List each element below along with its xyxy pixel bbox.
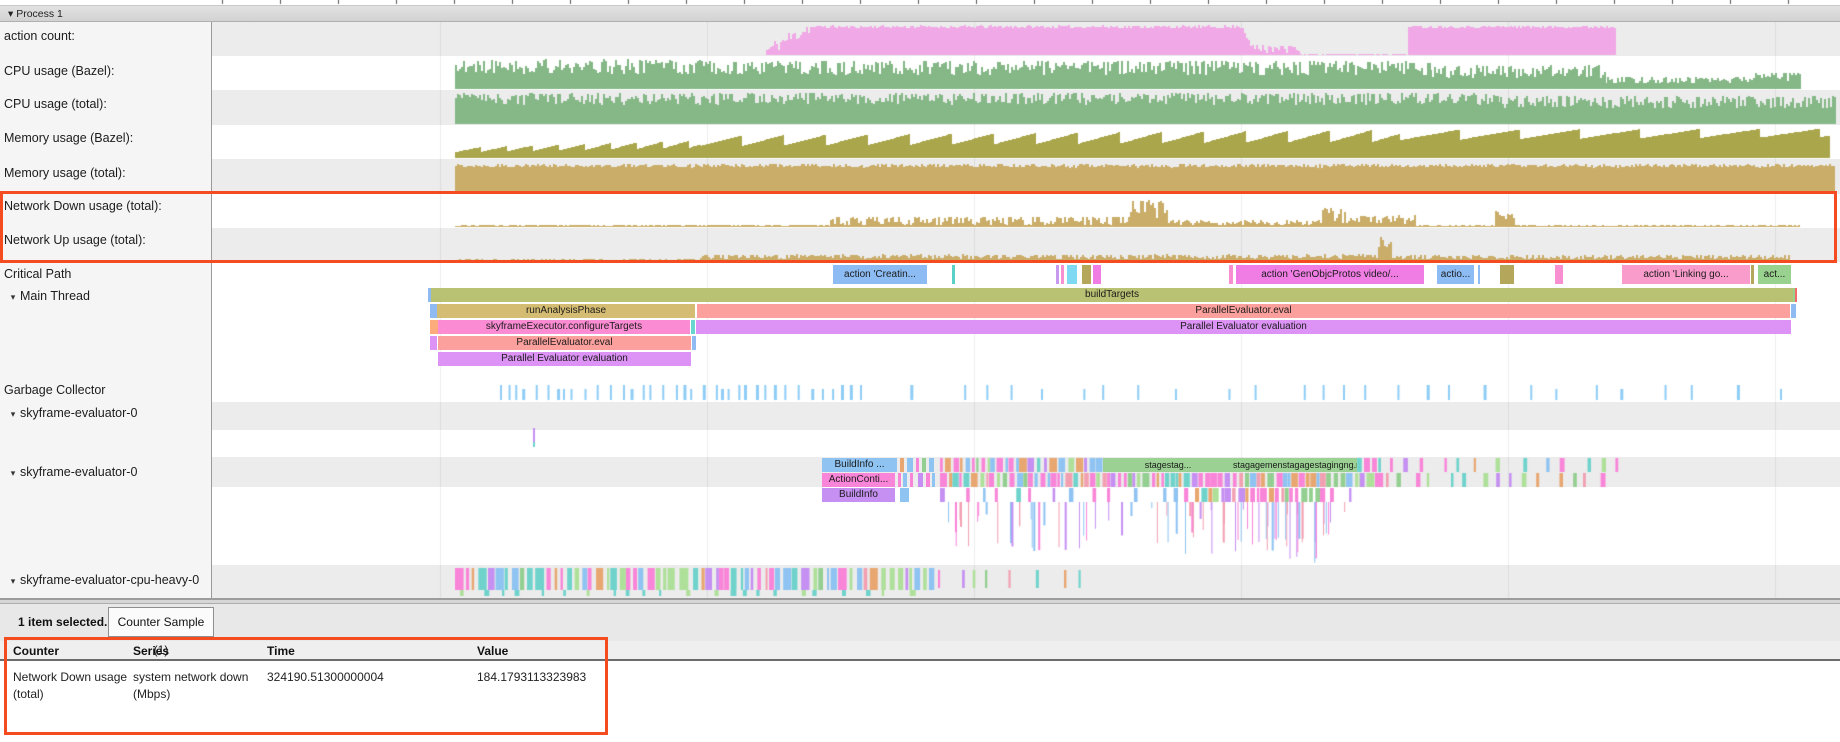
critical-path-span[interactable] [1093, 265, 1101, 284]
flame-tick[interactable] [898, 473, 901, 487]
collapse-arrow-icon[interactable]: ▾ [6, 409, 20, 420]
collapse-arrow-icon[interactable]: ▾ [6, 292, 20, 303]
flame-span[interactable]: BuildInfo ... [822, 458, 897, 472]
track-label: skyframe-evaluator-cpu-heavy-0 [20, 573, 199, 587]
flame-tick[interactable] [910, 473, 913, 487]
track-label: Memory usage (Bazel): [4, 131, 133, 145]
main-thread-span[interactable]: buildTargets [431, 288, 1793, 302]
main-thread-span[interactable]: Parallel Evaluator evaluation [696, 320, 1791, 334]
sidebar-item-memory-usage-bazel: Memory usage (Bazel): [4, 131, 133, 145]
critical-path-span[interactable] [1082, 265, 1091, 284]
critical-path-span[interactable]: actio... [1437, 265, 1474, 284]
flame-tick[interactable] [932, 473, 935, 487]
flame-tick[interactable] [922, 458, 926, 472]
flame-span[interactable]: ActionConti... [822, 473, 895, 487]
track-label: Main Thread [20, 289, 90, 303]
main-thread-span[interactable] [430, 320, 438, 334]
critical-path-span[interactable] [1751, 265, 1754, 284]
sidebar-item-skyframe-evaluator-0[interactable]: ▾skyframe-evaluator-0 [6, 406, 137, 420]
main-thread-span[interactable] [1795, 288, 1797, 302]
critical-path-span[interactable] [1555, 265, 1563, 284]
track-label: CPU usage (Bazel): [4, 64, 114, 78]
track-label: skyframe-evaluator-0 [20, 406, 137, 420]
sidebar-item-garbage-collector: Garbage Collector [4, 383, 105, 397]
flame-tick[interactable] [907, 458, 913, 472]
flame-tick[interactable] [900, 458, 904, 472]
main-thread-span[interactable]: ParallelEvaluator.eval [438, 336, 691, 350]
main-thread-span[interactable]: ParallelEvaluator.eval [697, 304, 1790, 318]
flame-tick[interactable] [916, 458, 919, 472]
main-thread-span[interactable] [691, 320, 695, 334]
sidebar-item-cpu-usage-bazel: CPU usage (Bazel): [4, 64, 114, 78]
critical-path-span[interactable]: action 'Creatin... [833, 265, 927, 284]
critical-path-span[interactable] [1478, 265, 1480, 284]
flame-tick[interactable] [929, 458, 934, 472]
track-label: Memory usage (total): [4, 166, 126, 180]
highlight-box-network-tracks [0, 191, 1837, 263]
track-label: action count: [4, 29, 75, 43]
main-thread-span[interactable] [430, 304, 437, 318]
sidebar-item-critical-path: Critical Path [4, 267, 71, 281]
main-thread-span[interactable] [692, 336, 696, 350]
sidebar-item-main-thread[interactable]: ▾Main Thread [6, 289, 90, 303]
sidebar-item-action-count: action count: [4, 29, 75, 43]
sidebar-item-memory-usage-total: Memory usage (total): [4, 166, 126, 180]
critical-path-span[interactable] [1056, 265, 1059, 284]
flame-tick[interactable] [918, 473, 923, 487]
collapse-arrow-icon[interactable]: ▾ [6, 468, 20, 479]
panel-divider-shade [0, 600, 1840, 604]
critical-path-span[interactable]: act... [1758, 265, 1791, 284]
track-label: Critical Path [4, 267, 71, 281]
main-thread-span[interactable]: skyframeExecutor.configureTargets [438, 320, 690, 334]
flame-span[interactable]: BuildInfo [822, 488, 895, 502]
track-label: CPU usage (total): [4, 97, 107, 111]
collapse-arrow-icon[interactable]: ▾ [6, 576, 20, 587]
critical-path-span[interactable] [1067, 265, 1077, 284]
flame-tick[interactable] [926, 473, 930, 487]
main-thread-span[interactable]: runAnalysisPhase [437, 304, 695, 318]
main-thread-span[interactable]: Parallel Evaluator evaluation [438, 352, 691, 366]
sidebar-item-cpu-usage-total: CPU usage (total): [4, 97, 107, 111]
flame-span[interactable]: stagestag... [1103, 458, 1233, 472]
tab-counter-sample[interactable]: Counter Sample (1) [108, 607, 214, 637]
sidebar-item-skyframe-evaluator-cpu-heavy-0[interactable]: ▾skyframe-evaluator-cpu-heavy-0 [6, 573, 199, 587]
selection-count-label: 1 item selected. [18, 615, 107, 629]
flame-span[interactable]: stagagemenstagagestagingng.remot... [1233, 458, 1357, 472]
sidebar-item-skyframe-evaluator-0[interactable]: ▾skyframe-evaluator-0 [6, 465, 137, 479]
critical-path-span[interactable]: action 'GenObjcProtos video/... [1236, 265, 1424, 284]
flame-tick[interactable] [903, 473, 907, 487]
main-thread-span[interactable] [430, 336, 437, 350]
profiler-window: ▾ Process 1 action 'Creatin...action 'Ge… [0, 0, 1840, 742]
critical-path-span[interactable] [952, 265, 955, 284]
critical-path-span[interactable] [1500, 265, 1514, 284]
track-label: Garbage Collector [4, 383, 105, 397]
critical-path-span[interactable]: action 'Linking go... [1622, 265, 1750, 284]
flame-tick[interactable] [900, 488, 909, 502]
main-thread-span[interactable] [1791, 304, 1796, 318]
track-label: skyframe-evaluator-0 [20, 465, 137, 479]
highlight-box-selection-table [4, 637, 608, 735]
critical-path-span[interactable] [1061, 265, 1064, 284]
critical-path-span[interactable] [1229, 265, 1233, 284]
